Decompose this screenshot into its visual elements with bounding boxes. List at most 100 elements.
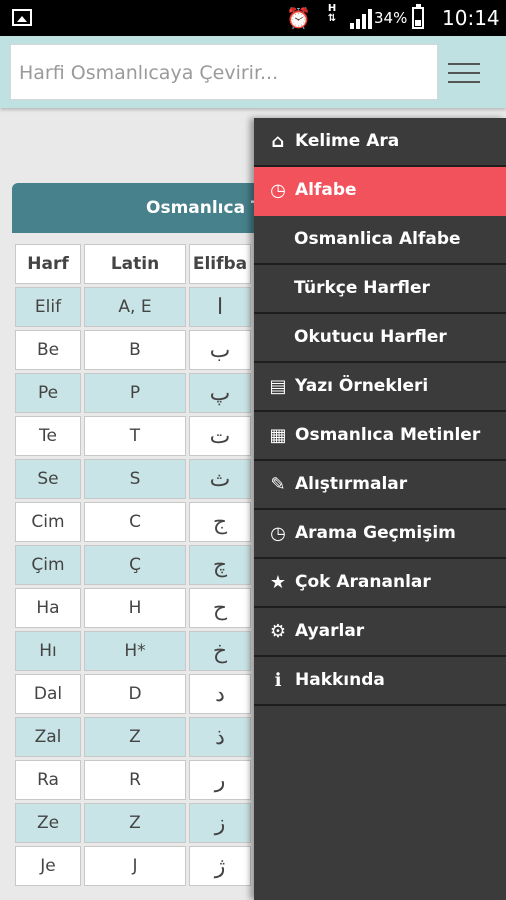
section-title: Osmanlıca T (146, 198, 263, 218)
column-header-latin: Latin (84, 244, 186, 284)
star-icon: ★ (269, 572, 287, 593)
elifba-cell: خ (189, 631, 251, 671)
clock-icon: ◷ (270, 180, 286, 201)
latin-cell: T (84, 416, 186, 456)
elifba-cell: ج (189, 502, 251, 542)
gear-icon: ⚙ (269, 621, 287, 642)
menu-item-ok-arananlar[interactable]: ★ Çok Arananlar (254, 559, 506, 608)
harf-cell: Cim (15, 502, 81, 542)
elifba-cell: چ (189, 545, 251, 585)
menu-item-label: Arama Geçmişim (295, 523, 456, 543)
harf-cell: Se (15, 459, 81, 499)
elifba-cell: د (189, 674, 251, 714)
elifba-cell: ز (189, 803, 251, 843)
harf-cell: Je (15, 846, 81, 886)
harf-cell: Dal (15, 674, 81, 714)
column-header-elifba: Elifba (189, 244, 251, 284)
menu-item-al-t-rmalar[interactable]: ✎ Alıştırmalar (254, 461, 506, 510)
harf-cell: Çim (15, 545, 81, 585)
menu-item-label: Okutucu Harfler (294, 327, 447, 347)
harf-cell: Elif (15, 287, 81, 327)
menu-item-label: Hakkında (295, 670, 385, 690)
battery-icon (412, 4, 424, 29)
latin-cell: A, E (84, 287, 186, 327)
harf-cell: Te (15, 416, 81, 456)
alarm-icon: ⏰ (286, 6, 311, 30)
menu-item-label: Ayarlar (295, 621, 365, 641)
elifba-cell: ر (189, 760, 251, 800)
table-row: Çim Ç چ (15, 545, 251, 585)
clock-time: 10:14 (442, 6, 500, 30)
latin-cell: H* (84, 631, 186, 671)
latin-cell: J (84, 846, 186, 886)
table-row: Pe P پ (15, 373, 251, 413)
alphabet-table: Harf Latin Elifba Elif A, E ا Be B ب Pe P پ Te T ت S… (12, 241, 254, 889)
battery-percent: 34% (374, 9, 408, 27)
gallery-icon (12, 9, 32, 26)
signal-icon (350, 9, 372, 29)
latin-cell: D (84, 674, 186, 714)
harf-cell: Zal (15, 717, 81, 757)
table-row: Je J ژ (15, 846, 251, 886)
history-icon: ◷ (270, 523, 286, 544)
menu-icon[interactable] (448, 63, 480, 83)
elifba-cell: ذ (189, 717, 251, 757)
table-row: Ha H ح (15, 588, 251, 628)
latin-cell: Z (84, 803, 186, 843)
elifba-cell: ح (189, 588, 251, 628)
menu-item-osmanl-ca-metinler[interactable]: ▦ Osmanlıca Metinler (254, 412, 506, 461)
harf-cell: Ra (15, 760, 81, 800)
latin-cell: Z (84, 717, 186, 757)
menu-item-osmanlica-alfabe[interactable]: Osmanlica Alfabe (254, 216, 506, 265)
harf-cell: Hı (15, 631, 81, 671)
column-header-harf: Harf (15, 244, 81, 284)
menu-item-yaz-rnekleri[interactable]: ▤ Yazı Örnekleri (254, 363, 506, 412)
menu-item-label: Alfabe (295, 180, 357, 200)
menu-item-label: Kelime Ara (295, 131, 400, 151)
table-row: Se S ث (15, 459, 251, 499)
menu-item-kelime-ara[interactable]: ⌂ Kelime Ara (254, 118, 506, 167)
table-row: Ze Z ز (15, 803, 251, 843)
menu-item-label: Alıştırmalar (295, 474, 408, 494)
app-bar: Harfi Osmanlıcaya Çevirir... (0, 36, 506, 108)
harf-cell: Pe (15, 373, 81, 413)
latin-cell: H (84, 588, 186, 628)
menu-item-alfabe[interactable]: ◷ Alfabe (254, 167, 506, 216)
latin-cell: Ç (84, 545, 186, 585)
latin-cell: R (84, 760, 186, 800)
menu-item-t-rk-e-harfler[interactable]: Türkçe Harfler (254, 265, 506, 314)
elifba-cell: ا (189, 287, 251, 327)
latin-cell: B (84, 330, 186, 370)
menu-item-label: Osmanlica Alfabe (294, 229, 461, 249)
table-row: Hı H* خ (15, 631, 251, 671)
edit-icon: ✎ (270, 474, 286, 495)
latin-cell: P (84, 373, 186, 413)
table-row: Be B ب (15, 330, 251, 370)
elifba-cell: پ (189, 373, 251, 413)
menu-item-okutucu-harfler[interactable]: Okutucu Harfler (254, 314, 506, 363)
navigation-drawer: ⌂ Kelime Ara ◷ Alfabe Osmanlica Alfabe Türkçe… (254, 118, 506, 900)
status-bar: ⏰ H ⇅ 34% 10:14 (0, 0, 506, 36)
elifba-cell: ت (189, 416, 251, 456)
menu-item-label: Çok Arananlar (295, 572, 431, 592)
table-row: Cim C ج (15, 502, 251, 542)
menu-item-label: Yazı Örnekleri (295, 376, 429, 396)
harf-cell: Ha (15, 588, 81, 628)
info-icon: ℹ (274, 670, 282, 691)
harf-cell: Ze (15, 803, 81, 843)
menu-item-label: Osmanlıca Metinler (295, 425, 481, 445)
latin-cell: C (84, 502, 186, 542)
note-icon: ▤ (269, 376, 287, 397)
menu-item-hakk-nda[interactable]: ℹ Hakkında (254, 657, 506, 706)
menu-item-ayarlar[interactable]: ⚙ Ayarlar (254, 608, 506, 657)
elifba-cell: ژ (189, 846, 251, 886)
table-row: Zal Z ذ (15, 717, 251, 757)
table-row: Dal D د (15, 674, 251, 714)
table-row: Te T ت (15, 416, 251, 456)
table-row: Elif A, Eا (15, 287, 251, 327)
menu-item-label: Türkçe Harfler (294, 278, 430, 298)
document-icon: ▦ (269, 425, 287, 446)
search-input[interactable]: Harfi Osmanlıcaya Çevirir... (10, 44, 438, 100)
menu-item-arama-ge-mi-im[interactable]: ◷ Arama Geçmişim (254, 510, 506, 559)
latin-cell: S (84, 459, 186, 499)
